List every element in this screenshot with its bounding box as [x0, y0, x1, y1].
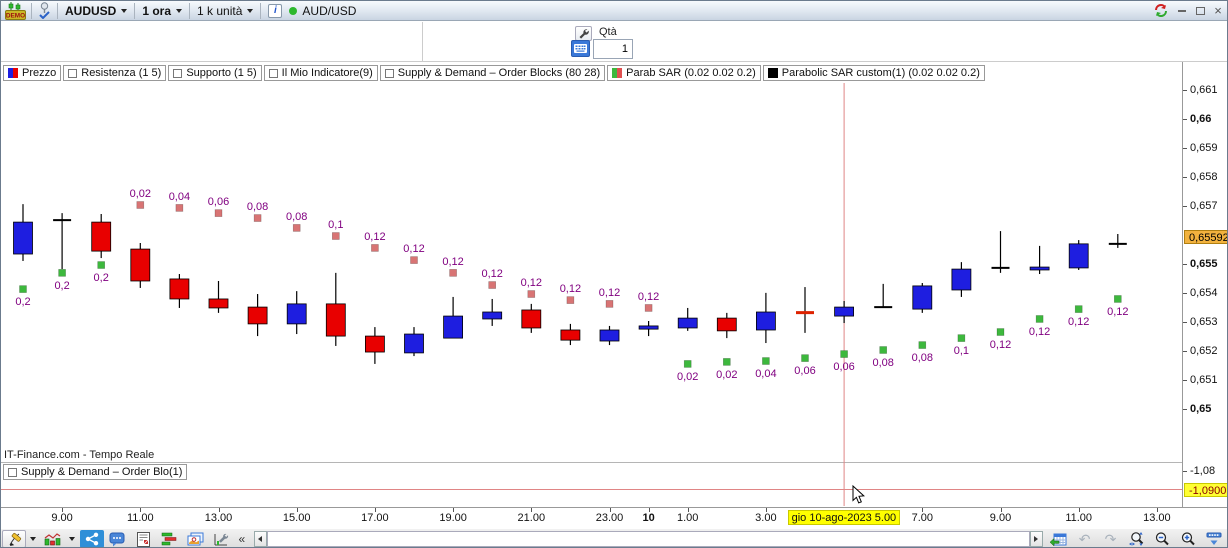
legend-label: Parabolic SAR custom(1) (0.02 0.02 0.2) [781, 67, 980, 79]
svg-text:0,12: 0,12 [1029, 326, 1050, 338]
svg-text:0,08: 0,08 [247, 201, 268, 213]
price-axis-label: 0,658 [1183, 171, 1218, 183]
legend-checkbox[interactable] [384, 68, 394, 78]
time-axis-label: 19.00 [439, 512, 467, 524]
crosshair-value-marker: -1,0900 [1184, 483, 1227, 497]
svg-text:0,08: 0,08 [912, 352, 933, 364]
last-price-marker: 0,65592 [1184, 230, 1227, 245]
main-legend: Prezzo Resistenza (1 5) Supporto (1 5) Il M… [3, 65, 985, 81]
svg-text:0,2: 0,2 [54, 280, 69, 292]
legend-checkbox[interactable] [8, 467, 17, 477]
black-series-icon [767, 68, 778, 78]
time-axis-label: 21.00 [517, 512, 546, 524]
legend-item[interactable]: Prezzo [3, 65, 62, 81]
svg-text:0,12: 0,12 [364, 231, 385, 243]
price-series-icon [8, 68, 18, 78]
trading-platform-window: DEMO AUDUSD 1 ora 1 k unità i AUD/USD × … [0, 0, 1228, 548]
legend-label: Supporto (1 5) [186, 67, 257, 79]
time-axis-label: 17.00 [361, 512, 389, 524]
lower-legend: Supply & Demand – Order Blo(1) [3, 464, 188, 480]
svg-text:0,04: 0,04 [755, 368, 776, 380]
time-axis-label: 11.00 [126, 512, 154, 524]
svg-text:0,12: 0,12 [560, 283, 581, 295]
svg-text:0,06: 0,06 [794, 365, 815, 377]
svg-text:0,02: 0,02 [677, 371, 698, 383]
legend-label: Supply & Demand – Order Blocks (80 28) [397, 67, 601, 79]
price-axis-label: 0,66 [1182, 113, 1211, 125]
svg-text:0,04: 0,04 [169, 191, 190, 203]
legend-item[interactable]: Supporto (1 5) [168, 65, 262, 81]
legend-checkbox[interactable] [68, 68, 78, 78]
svg-text:0,12: 0,12 [481, 268, 502, 280]
svg-text:0,12: 0,12 [1068, 316, 1089, 328]
price-axis-label: 0,652 [1183, 345, 1218, 357]
svg-text:0,12: 0,12 [599, 287, 620, 299]
sar-series-icon [612, 68, 623, 78]
price-axis[interactable]: 0,661 0,66 0,659 0,658 0,657 0,655 0,654 0,653 0… [1182, 62, 1227, 507]
legend-item[interactable]: Parabolic SAR custom(1) (0.02 0.02 0.2) [762, 65, 985, 81]
time-axis-label: 13.00 [1143, 512, 1171, 524]
svg-text:0,12: 0,12 [403, 243, 424, 255]
crosshair-date-marker: gio 10-ago-2023 5.00 [787, 510, 901, 525]
svg-text:0,2: 0,2 [15, 296, 30, 308]
price-axis-label: 0,661 [1183, 84, 1218, 96]
svg-text:0,2: 0,2 [94, 272, 109, 284]
svg-text:0,12: 0,12 [638, 291, 659, 303]
legend-label: Parab SAR (0.02 0.02 0.2) [626, 67, 756, 79]
legend-item[interactable]: Supply & Demand – Order Blocks (80 28) [379, 65, 606, 81]
time-axis-label: 11.00 [1065, 512, 1093, 524]
legend-label: Supply & Demand – Order Blo(1) [21, 466, 183, 478]
legend-item[interactable]: Resistenza (1 5) [63, 65, 167, 81]
legend-label: Resistenza (1 5) [81, 67, 162, 79]
time-axis-label: 15.00 [282, 512, 311, 524]
svg-text:0,06: 0,06 [208, 196, 229, 208]
svg-text:0,12: 0,12 [990, 339, 1011, 351]
legend-item[interactable]: Parab SAR (0.02 0.02 0.2) [607, 65, 761, 81]
price-axis-label: 0,657 [1183, 200, 1218, 212]
legend-checkbox[interactable] [268, 68, 278, 78]
price-axis-label: 0,654 [1183, 287, 1218, 299]
svg-text:0,02: 0,02 [716, 369, 737, 381]
time-axis-label: 9.00 [989, 512, 1012, 524]
time-axis-label: 1.00 [676, 512, 699, 524]
price-axis-label: 0,651 [1183, 374, 1218, 386]
price-axis-label: 0,653 [1183, 316, 1218, 328]
price-axis-label: 0,659 [1183, 142, 1218, 154]
legend-checkbox[interactable] [173, 68, 183, 78]
feed-watermark: IT-Finance.com - Tempo Reale [4, 449, 155, 461]
legend-label: Il Mio Indicatore(9) [281, 67, 373, 79]
svg-text:0,12: 0,12 [442, 256, 463, 268]
lower-axis-label: -1,08 [1182, 465, 1215, 477]
svg-text:0,08: 0,08 [286, 211, 307, 223]
svg-text:0,02: 0,02 [130, 188, 151, 200]
time-axis-label: 13.00 [204, 512, 233, 524]
svg-text:0,1: 0,1 [954, 345, 969, 357]
time-axis-label: 9.00 [51, 512, 73, 524]
svg-text:0,06: 0,06 [833, 361, 854, 373]
legend-item[interactable]: Supply & Demand – Order Blo(1) [3, 464, 188, 480]
svg-text:0,1: 0,1 [328, 219, 343, 231]
svg-text:0,12: 0,12 [521, 277, 542, 289]
legend-label: Prezzo [22, 67, 57, 79]
legend-item[interactable]: Il Mio Indicatore(9) [263, 65, 378, 81]
price-axis-label: 0,65 [1182, 403, 1211, 415]
time-axis[interactable]: 9.00 11.00 13.00 15.00 17.00 19.00 21.00 23.00 1… [1, 507, 1227, 529]
svg-text:0,08: 0,08 [872, 357, 893, 369]
price-axis-label: 0,655 [1183, 258, 1218, 270]
svg-text:0,12: 0,12 [1107, 306, 1128, 318]
